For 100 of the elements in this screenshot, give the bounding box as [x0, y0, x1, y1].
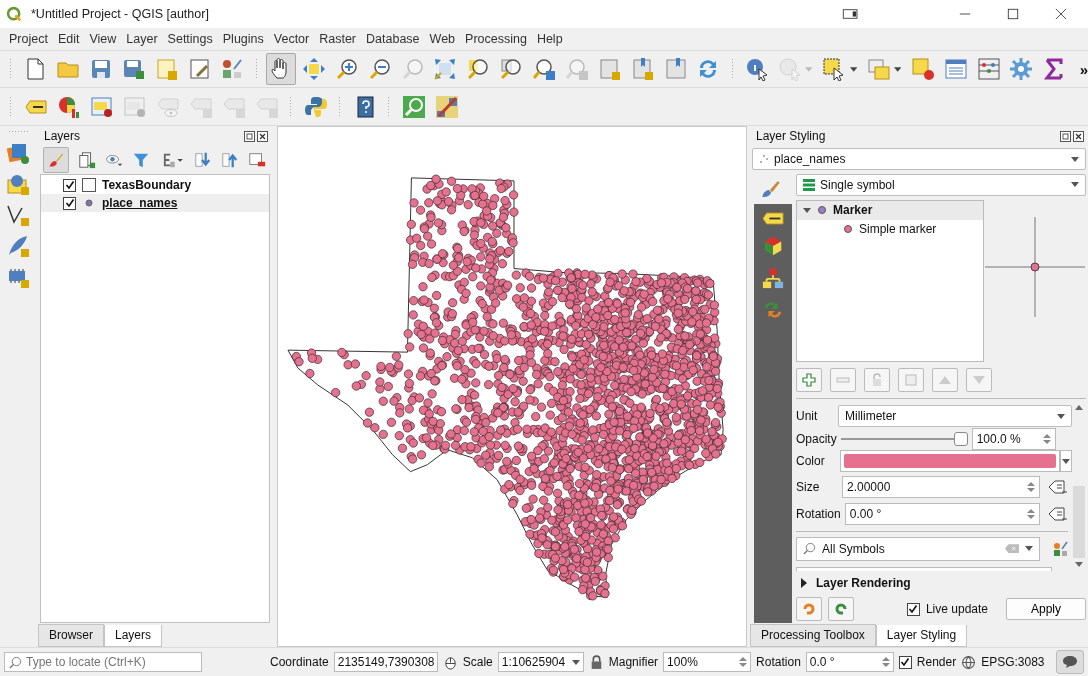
layer-checkbox[interactable]	[63, 196, 76, 210]
menu-item[interactable]: Processing	[460, 32, 532, 46]
caret-icon[interactable]	[1025, 546, 1033, 552]
abacus-icon[interactable]	[976, 57, 1001, 81]
map-canvas[interactable]	[277, 126, 747, 647]
magnifier-back-icon[interactable]	[532, 57, 556, 81]
paintbrush-icon[interactable]	[47, 151, 65, 169]
floppy-disk-pencil-icon[interactable]	[121, 57, 146, 81]
symbol-tree-row[interactable]: Marker	[797, 200, 983, 220]
data-defined-icon[interactable]	[1048, 505, 1068, 522]
undo-button[interactable]	[796, 597, 822, 622]
scroll-down-icon[interactable]	[1075, 562, 1083, 568]
close-icon[interactable]	[1073, 130, 1084, 142]
shapes-icon[interactable]	[220, 57, 245, 81]
menu-item[interactable]: Vector	[268, 32, 315, 46]
caret-icon[interactable]	[571, 659, 580, 665]
menu-item[interactable]: Plugins	[217, 32, 269, 46]
close-icon[interactable]	[257, 130, 268, 142]
map-pencil-icon[interactable]	[434, 94, 459, 119]
feather-icon[interactable]	[6, 234, 30, 258]
menu-item[interactable]: Edit	[52, 32, 85, 46]
symbol-search-field[interactable]: All Symbols	[796, 536, 1040, 561]
add-group-icon[interactable]	[78, 151, 96, 169]
opacity-spinbox[interactable]: 100.0 %	[971, 427, 1056, 450]
coordinate-field[interactable]: 2135149,7390308	[333, 652, 438, 672]
map-bookmark-icon[interactable]	[630, 57, 655, 81]
menu-item[interactable]: Help	[531, 32, 568, 46]
expand-all-icon[interactable]	[194, 151, 212, 169]
table-icon[interactable]	[943, 57, 968, 81]
opacity-slider[interactable]	[840, 431, 968, 446]
close-icon[interactable]	[1054, 8, 1068, 20]
data-defined-icon[interactable]	[1048, 478, 1068, 495]
color-menu-button[interactable]	[1060, 450, 1072, 473]
scroll-up-icon[interactable]	[1075, 405, 1083, 411]
globe-icon[interactable]	[961, 654, 977, 670]
locator-field[interactable]: Type to locate (Ctrl+K)	[4, 652, 202, 672]
page-wrench-icon[interactable]	[187, 57, 212, 81]
float-panel-icon[interactable]	[244, 130, 255, 142]
tablet-mode-icon[interactable]	[842, 8, 860, 20]
zoom-in-icon[interactable]	[334, 57, 359, 81]
messages-button[interactable]	[1056, 650, 1084, 674]
paintbrush-icon[interactable]	[760, 178, 782, 200]
render-checkbox[interactable]	[898, 655, 912, 669]
globe-box-icon[interactable]	[6, 172, 30, 196]
panel-tab[interactable]: Browser	[38, 624, 104, 647]
layer-row[interactable]: place_names	[41, 194, 269, 212]
unit-dropdown[interactable]: Millimeter	[838, 405, 1072, 428]
deselect-icon[interactable]	[910, 57, 935, 81]
scale-dropdown[interactable]: 1:10625904	[497, 652, 584, 672]
redo-button[interactable]	[828, 597, 854, 622]
color-button[interactable]	[840, 450, 1060, 473]
remove-layer-icon[interactable]	[248, 151, 266, 169]
rotation-spinbox[interactable]: 0.0 °	[805, 652, 894, 672]
symbol-tree-row[interactable]: Simple marker	[797, 219, 983, 239]
vector-line-icon[interactable]	[6, 203, 30, 227]
gear-icon[interactable]	[1009, 57, 1034, 81]
menu-item[interactable]: Project	[4, 32, 53, 46]
magnifier-icon[interactable]	[499, 57, 524, 81]
live-update-checkbox[interactable]	[906, 602, 920, 616]
menu-item[interactable]: Web	[424, 32, 461, 46]
toolbar-overflow-button[interactable]: »	[1079, 60, 1088, 78]
hierarchy-icon[interactable]	[762, 267, 784, 289]
crs-button[interactable]: EPSG:3083	[981, 655, 1045, 669]
layer-row[interactable]: TexasBoundary	[41, 176, 269, 194]
spin-arrows-icon[interactable]	[739, 656, 748, 668]
label-tag-icon[interactable]	[762, 212, 784, 225]
label-pin-icon[interactable]	[89, 94, 114, 119]
info-cursor-icon[interactable]	[744, 57, 769, 81]
mouse-icon[interactable]	[442, 654, 458, 670]
spin-arrows-icon[interactable]	[1027, 480, 1035, 493]
magnifier-spinbox[interactable]: 100%	[663, 652, 752, 672]
style-manager-icon[interactable]	[1052, 540, 1068, 557]
panel-tab[interactable]: Layers	[104, 625, 163, 647]
move-arrows-icon[interactable]	[301, 57, 326, 81]
search-map-icon[interactable]	[401, 94, 426, 119]
menu-item[interactable]: Layer	[121, 32, 163, 46]
zoom-out-icon[interactable]	[367, 57, 392, 81]
panel-tab[interactable]: Processing Toolbox	[750, 624, 876, 647]
filter-icon[interactable]	[132, 151, 150, 169]
spin-arrows-icon[interactable]	[1042, 432, 1051, 445]
float-panel-icon[interactable]	[1060, 130, 1071, 142]
expand-arrows-icon[interactable]	[433, 57, 458, 81]
maximize-icon[interactable]	[1006, 8, 1020, 20]
spin-arrows-icon[interactable]	[1027, 507, 1035, 520]
panel-tab[interactable]: Layer Styling	[875, 625, 968, 647]
layer-rendering-toggle[interactable]: Layer Rendering	[796, 571, 1086, 596]
pie-chart-icon[interactable]	[56, 94, 81, 119]
apply-button[interactable]: Apply	[1006, 598, 1086, 621]
cube-icon[interactable]	[762, 235, 784, 257]
magnifier-icon[interactable]	[466, 57, 491, 81]
expand-arrow-icon[interactable]	[803, 206, 811, 215]
spin-arrows-icon[interactable]	[881, 656, 890, 668]
layer-dropdown[interactable]: place_names	[752, 148, 1086, 170]
menu-item[interactable]: Raster	[314, 32, 362, 46]
menu-item[interactable]: Database	[361, 32, 425, 46]
size-spinbox[interactable]: 2.00000	[842, 475, 1040, 498]
caret-icon[interactable]	[893, 66, 902, 72]
add-layer-button[interactable]	[796, 368, 822, 393]
menu-item[interactable]: View	[84, 32, 122, 46]
rotation-spinbox[interactable]: 0.00 °	[844, 502, 1040, 525]
